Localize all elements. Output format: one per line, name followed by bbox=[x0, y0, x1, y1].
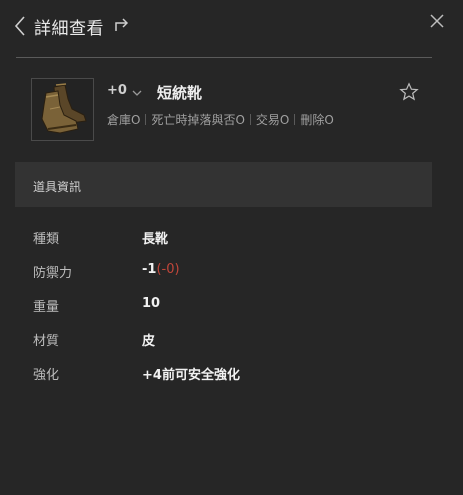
page-title: 詳細查看 bbox=[34, 19, 104, 39]
close-icon bbox=[430, 14, 444, 28]
tag-divider bbox=[249, 114, 251, 125]
tag-divider bbox=[145, 114, 147, 125]
item-info-section-header: 道具資訊 bbox=[15, 162, 432, 207]
property-value-wrap: -1(-0) bbox=[142, 262, 180, 277]
property-label: 防禦力 bbox=[33, 266, 73, 281]
leather-boots-icon bbox=[41, 83, 87, 134]
property-label: 強化 bbox=[33, 368, 60, 383]
item-tags: 倉庫O 死亡時掉落與否O 交易O 刪除O bbox=[107, 111, 334, 128]
chevron-down-icon bbox=[132, 90, 142, 96]
header: 詳細查看 bbox=[0, 0, 463, 58]
enhance-level: +0 bbox=[107, 83, 127, 98]
header-divider bbox=[16, 57, 432, 58]
property-value: 皮 bbox=[142, 334, 156, 349]
back-button[interactable] bbox=[12, 14, 28, 38]
tag-trade: 交易O bbox=[255, 113, 290, 127]
favorite-button[interactable] bbox=[399, 82, 419, 102]
property-label: 重量 bbox=[33, 300, 60, 315]
tag-divider bbox=[294, 114, 296, 125]
chevron-left-icon bbox=[14, 16, 25, 36]
item-icon bbox=[31, 78, 94, 141]
property-label: 材質 bbox=[33, 334, 60, 349]
tag-delete: 刪除O bbox=[300, 113, 334, 127]
share-button[interactable] bbox=[113, 14, 131, 34]
property-label: 種類 bbox=[33, 232, 60, 247]
property-value: 10 bbox=[142, 296, 161, 311]
close-button[interactable] bbox=[428, 12, 446, 30]
tag-warehouse: 倉庫O bbox=[107, 113, 141, 127]
property-value-modifier: (-0) bbox=[156, 262, 180, 277]
enhance-dropdown[interactable] bbox=[131, 84, 143, 96]
property-value: 長靴 bbox=[142, 232, 169, 247]
property-value: +4前可安全強化 bbox=[142, 368, 240, 383]
item-name: 短統靴 bbox=[157, 84, 203, 102]
share-icon bbox=[115, 18, 129, 31]
tag-drop-on-death: 死亡時掉落與否O bbox=[151, 113, 245, 127]
section-title: 道具資訊 bbox=[33, 180, 82, 194]
star-icon bbox=[399, 82, 419, 101]
property-value: -1 bbox=[142, 262, 157, 277]
